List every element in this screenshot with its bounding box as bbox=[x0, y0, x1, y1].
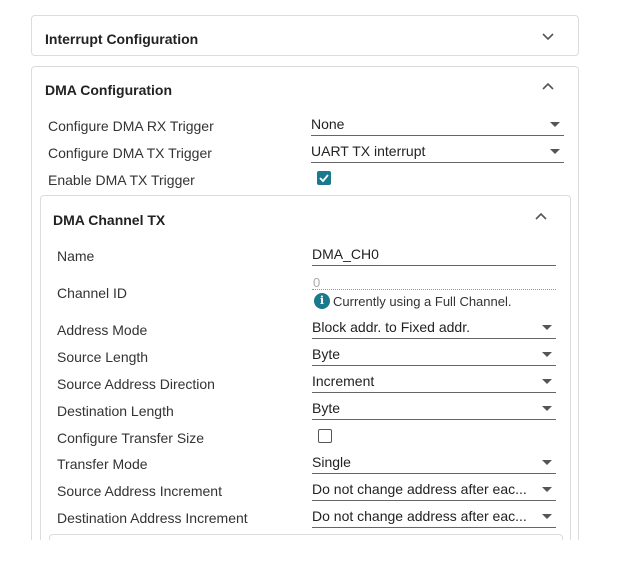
channel-id-underline bbox=[312, 289, 556, 290]
interrupt-config-panel[interactable]: Interrupt Configuration bbox=[31, 15, 579, 56]
source-dir-value: Increment bbox=[312, 373, 375, 389]
dest-length-value: Byte bbox=[312, 400, 341, 416]
transfer-size-checkbox[interactable] bbox=[318, 429, 332, 443]
interrupt-config-title: Interrupt Configuration bbox=[45, 31, 199, 47]
dst-inc-value: Do not change address after eac... bbox=[312, 508, 527, 524]
source-dir-label: Source Address Direction bbox=[57, 376, 215, 392]
name-input[interactable]: DMA_CH0 bbox=[312, 246, 556, 266]
chevron-up-icon[interactable] bbox=[531, 207, 551, 227]
checkmark-icon bbox=[318, 173, 329, 182]
channel-id-label: Channel ID bbox=[57, 285, 128, 301]
dma-tx-trigger-select[interactable]: UART TX interrupt bbox=[311, 143, 564, 163]
dropdown-arrow-icon bbox=[550, 149, 560, 154]
dropdown-arrow-icon bbox=[542, 487, 552, 492]
dropdown-arrow-icon bbox=[542, 379, 552, 384]
info-icon: i bbox=[314, 293, 330, 309]
dma-rx-trigger-select[interactable]: None bbox=[311, 116, 564, 136]
dma-tx-trigger-value: UART TX interrupt bbox=[311, 143, 426, 159]
channel-id-value: 0 bbox=[313, 275, 321, 290]
transfer-mode-select[interactable]: Single bbox=[312, 454, 556, 474]
transfer-size-label: Configure Transfer Size bbox=[57, 430, 205, 446]
dst-inc-select[interactable]: Do not change address after eac... bbox=[312, 508, 556, 528]
enable-dma-tx-checkbox[interactable] bbox=[317, 171, 331, 185]
transfer-mode-value: Single bbox=[312, 454, 351, 470]
dropdown-arrow-icon bbox=[542, 406, 552, 411]
source-length-select[interactable]: Byte bbox=[312, 346, 556, 366]
dma-rx-trigger-label: Configure DMA RX Trigger bbox=[48, 118, 214, 134]
source-dir-select[interactable]: Increment bbox=[312, 373, 556, 393]
name-value: DMA_CH0 bbox=[312, 246, 379, 262]
dropdown-arrow-icon bbox=[542, 352, 552, 357]
channel-id-note: Currently using a Full Channel. bbox=[333, 294, 512, 309]
scroll-cutoff bbox=[0, 540, 619, 563]
src-inc-select[interactable]: Do not change address after eac... bbox=[312, 481, 556, 501]
dropdown-arrow-icon bbox=[542, 325, 552, 330]
name-label: Name bbox=[57, 248, 95, 264]
address-mode-value: Block addr. to Fixed addr. bbox=[312, 319, 470, 335]
dma-tx-trigger-label: Configure DMA TX Trigger bbox=[48, 145, 212, 161]
address-mode-label: Address Mode bbox=[57, 322, 148, 338]
address-mode-select[interactable]: Block addr. to Fixed addr. bbox=[312, 319, 556, 339]
dest-length-select[interactable]: Byte bbox=[312, 400, 556, 420]
dst-inc-label: Destination Address Increment bbox=[57, 510, 248, 526]
dma-rx-trigger-value: None bbox=[311, 116, 345, 132]
dropdown-arrow-icon bbox=[550, 122, 560, 127]
source-length-label: Source Length bbox=[57, 349, 149, 365]
enable-dma-tx-label: Enable DMA TX Trigger bbox=[48, 172, 195, 188]
chevron-up-icon[interactable] bbox=[538, 77, 558, 97]
src-inc-label: Source Address Increment bbox=[57, 483, 222, 499]
src-inc-value: Do not change address after eac... bbox=[312, 481, 527, 497]
source-length-value: Byte bbox=[312, 346, 341, 362]
transfer-mode-label: Transfer Mode bbox=[57, 456, 148, 472]
dropdown-arrow-icon bbox=[542, 460, 552, 465]
dropdown-arrow-icon bbox=[542, 514, 552, 519]
dest-length-label: Destination Length bbox=[57, 403, 174, 419]
dma-channel-tx-title: DMA Channel TX bbox=[53, 212, 166, 228]
chevron-down-icon[interactable] bbox=[538, 26, 558, 46]
dma-config-title: DMA Configuration bbox=[45, 82, 173, 98]
